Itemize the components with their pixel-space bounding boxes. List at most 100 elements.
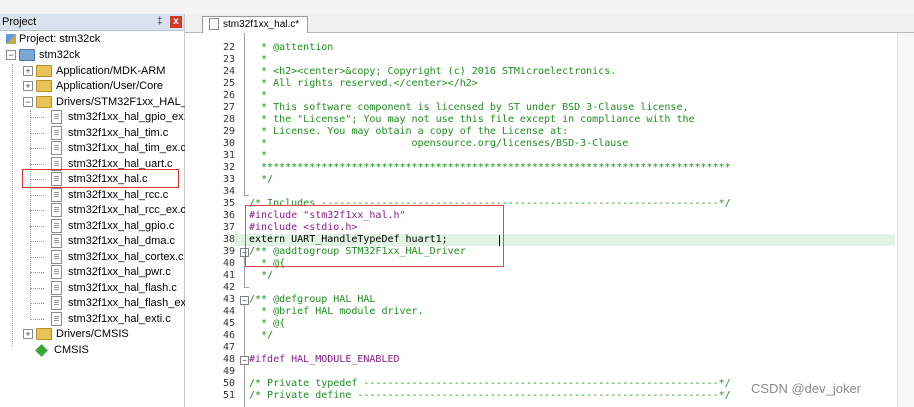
line-number: 30 (222, 138, 235, 149)
tree-item-label: Application/User/Core (56, 80, 163, 92)
tree-item-group[interactable]: + Drivers/CMSIS (23, 326, 129, 342)
code-line[interactable]: * @brief HAL module driver. (249, 306, 424, 318)
tree-item-file[interactable]: stm32f1xx_hal_pwr.c (51, 264, 171, 280)
cmsis-icon (35, 343, 48, 357)
line-number: 32 (222, 162, 235, 173)
fold-guide-line (244, 33, 245, 195)
line-number: 31 (222, 150, 235, 161)
code-line[interactable]: * All rights reserved.</center></h2> (249, 78, 478, 90)
line-number: 42 (222, 282, 235, 293)
tree-guide-line (30, 257, 44, 258)
code-line[interactable]: /* Private typedef ---------------------… (249, 378, 731, 390)
tree-item-file[interactable]: stm32f1xx_hal_flash_ex.c (51, 295, 195, 311)
line-number: 24 (222, 66, 235, 77)
expand-icon[interactable]: + (23, 66, 33, 77)
tree-item-group[interactable]: + Application/User/Core (23, 78, 163, 94)
code-line[interactable]: */ (249, 270, 273, 282)
folder-icon (36, 80, 52, 93)
pin-icon[interactable]: ‡ (157, 14, 163, 30)
tree-guide-line (30, 117, 44, 118)
line-number: 23 (222, 54, 235, 65)
code-line[interactable]: * the "License"; You may not use this fi… (249, 114, 695, 126)
code-line[interactable]: /* Private define ----------------------… (249, 390, 731, 402)
tree-item-label: stm32f1xx_hal_tim_ex.c (68, 142, 186, 154)
code-line[interactable]: * @attention (249, 42, 333, 54)
line-number: 49 (222, 366, 235, 377)
tree-item-label: CMSIS (54, 344, 89, 356)
tree-item-project-root[interactable]: Project: stm32ck (6, 31, 100, 47)
code-line[interactable]: #ifdef HAL_MODULE_ENABLED (249, 354, 400, 366)
tree-item-label: stm32f1xx_hal_pwr.c (68, 266, 171, 278)
tree-guide-line (30, 148, 44, 149)
project-panel-title: Project (2, 16, 37, 28)
line-number: 38 (222, 234, 235, 245)
editor-tab-bar: stm32f1xx_hal.c* (185, 14, 914, 33)
tree-item-file[interactable]: stm32f1xx_hal_tim.c (51, 125, 168, 141)
tree-item-target[interactable]: − stm32ck (6, 47, 80, 63)
file-icon (51, 265, 62, 280)
code-line[interactable]: */ (249, 330, 273, 342)
code-line[interactable]: * (249, 90, 267, 102)
tree-item-file[interactable]: stm32f1xx_hal_rcc_ex.c (51, 202, 186, 218)
code-line[interactable]: * License. You may obtain a copy of the … (249, 126, 568, 138)
file-icon (51, 312, 62, 327)
code-line[interactable]: ****************************************… (249, 162, 731, 174)
tab-stm32f1xx-hal-c[interactable]: stm32f1xx_hal.c* (202, 16, 308, 33)
line-number: 48 (222, 354, 235, 365)
tree-guide-line (30, 272, 44, 273)
line-number: 44 (222, 306, 235, 317)
code-line[interactable]: /** @defgroup HAL HAL (249, 294, 375, 306)
close-icon[interactable]: x (170, 16, 182, 28)
fold-guide-end (244, 287, 249, 288)
line-number: 50 (222, 378, 235, 389)
line-number: 46 (222, 330, 235, 341)
line-number: 51 (222, 390, 235, 401)
tree-item-file[interactable]: stm32f1xx_hal_cortex.c (51, 249, 184, 265)
project-panel-header: Project ‡ x (0, 14, 184, 31)
folder-open-icon (36, 96, 52, 109)
tree-guide-line (30, 241, 44, 242)
code-line[interactable]: * This software component is licensed by… (249, 102, 688, 114)
code-line[interactable]: * @{ (249, 318, 285, 330)
line-number: 26 (222, 90, 235, 101)
tree-item-file[interactable]: stm32f1xx_hal_rcc.c (51, 187, 168, 203)
code-line[interactable]: * <h2><center>&copy; Copyright (c) 2016 … (249, 66, 616, 78)
tree-guide-line (12, 64, 13, 346)
file-icon (51, 188, 62, 203)
line-number: 35 (222, 198, 235, 209)
line-number: 28 (222, 114, 235, 125)
tree-item-label: stm32f1xx_hal_flash_ex.c (68, 297, 195, 309)
folder-icon (36, 328, 52, 341)
line-number: 37 (222, 222, 235, 233)
tree-item-component[interactable]: CMSIS (35, 342, 89, 358)
tree-item-file[interactable]: stm32f1xx_hal_gpio_ex.c (51, 109, 192, 125)
tree-item-file[interactable]: stm32f1xx_hal_flash.c (51, 280, 177, 296)
line-number: 27 (222, 102, 235, 113)
tree-item-label: stm32f1xx_hal_rcc.c (68, 189, 169, 201)
code-line[interactable]: * (249, 150, 267, 162)
file-icon (209, 18, 219, 31)
tree-item-file[interactable]: stm32f1xx_hal_gpio.c (51, 218, 174, 234)
expand-icon[interactable]: + (23, 81, 33, 92)
file-icon (51, 281, 62, 296)
line-number: 22 (222, 42, 235, 53)
tree-item-file[interactable]: stm32f1xx_hal_tim_ex.c (51, 140, 186, 156)
expand-icon[interactable]: + (23, 329, 33, 340)
collapse-icon[interactable]: − (23, 97, 33, 108)
line-number: 25 (222, 78, 235, 89)
project-panel: Project ‡ x Project: stm32ck − stm32ck + A… (0, 14, 216, 407)
code-line[interactable]: * (249, 54, 267, 66)
tree-item-group[interactable]: + Application/MDK-ARM (23, 63, 165, 79)
tree-item-file[interactable]: stm32f1xx_hal_exti.c (51, 311, 171, 327)
target-icon (19, 49, 35, 62)
fold-toggle-icon[interactable]: − (240, 356, 249, 365)
tree-item-file[interactable]: stm32f1xx_hal_dma.c (51, 233, 175, 249)
fold-toggle-icon[interactable]: − (240, 296, 249, 305)
line-number: 41 (222, 270, 235, 281)
code-line[interactable]: * opensource.org/licenses/BSD-3-Clause (249, 138, 628, 150)
fold-guide-line (244, 365, 245, 407)
vertical-scrollbar[interactable] (897, 33, 914, 407)
file-icon (51, 110, 62, 125)
code-line[interactable]: */ (249, 174, 273, 186)
collapse-icon[interactable]: − (6, 50, 16, 61)
